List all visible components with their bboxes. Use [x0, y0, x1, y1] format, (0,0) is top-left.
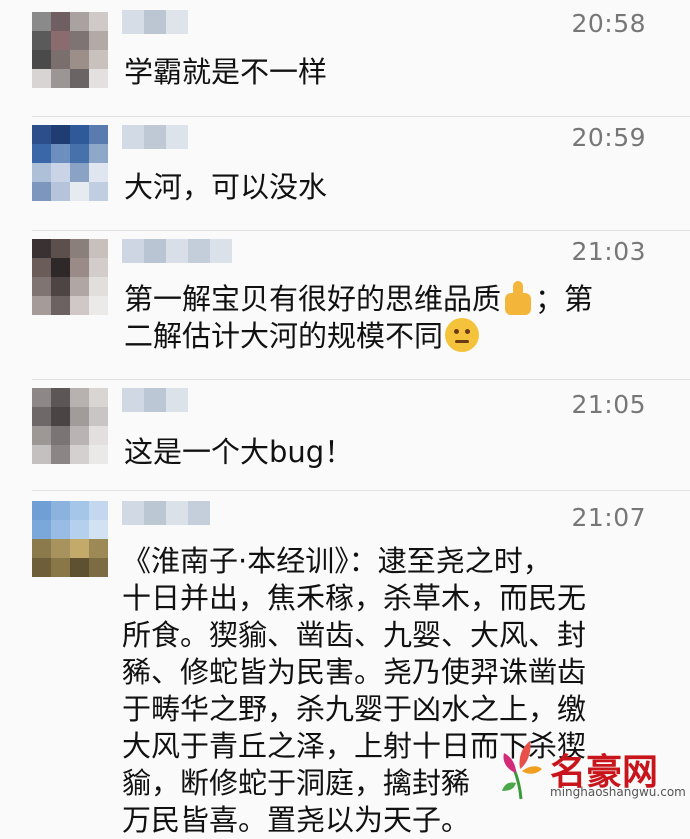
message-text: 学霸就是不一样 [124, 55, 328, 89]
message-time: 20:59 [571, 123, 646, 152]
chat-message: 20:59 大河，可以没水 [0, 117, 690, 230]
message-time: 21:07 [571, 503, 646, 532]
message-text: 这是一个大bug！ [124, 435, 354, 469]
message-text-part: 第一解宝贝有很好的思维品质 [124, 282, 502, 316]
sender-name-blurred [122, 125, 188, 149]
message-line: 豨、修蛇皆为民害。尧乃使羿诛凿齿 [122, 655, 587, 689]
chat-message: 21:03 第一解宝贝有很好的思维品质 ；第 二解估计大河的规模不同 [0, 231, 690, 379]
message-text: 大河，可以没水 [124, 170, 328, 204]
avatar[interactable] [32, 501, 108, 577]
message-text: 第一解宝贝有很好的思维品质 ；第 二解估计大河的规模不同 [124, 281, 650, 355]
message-line: 所食。猰貐、凿齿、九婴、大风、封 [122, 618, 587, 652]
message-time: 21:03 [571, 237, 646, 266]
watermark-url: minghaoshangwu.com [550, 785, 686, 799]
sender-name-blurred [122, 388, 188, 412]
message-line: 《淮南子·本经训》：逮至尧之时， [122, 544, 552, 578]
message-line: 万民皆喜。置尧以为天子。 [122, 803, 471, 837]
chat-message: 21:05 这是一个大bug！ [0, 380, 690, 490]
message-text-part: ；第 [535, 282, 594, 316]
site-watermark: 名豪网 minghaoshangwu.com [492, 737, 686, 807]
flower-logo-icon [502, 741, 542, 800]
message-line: 于畴华之野，杀九婴于凶水之上，缴 [122, 692, 587, 726]
message-line: 十日并出，焦禾稼，杀草木，而民无 [122, 581, 587, 615]
sender-name-blurred [122, 501, 210, 525]
thumbs-up-icon [503, 281, 533, 315]
sender-name-blurred [122, 10, 188, 34]
avatar[interactable] [32, 125, 108, 201]
message-time: 20:58 [571, 9, 646, 38]
sender-name-blurred [122, 239, 232, 263]
message-text-part: 二解估计大河的规模不同 [124, 319, 444, 353]
message-time: 21:05 [571, 390, 646, 419]
avatar[interactable] [32, 388, 108, 464]
thinking-face-icon [445, 318, 480, 352]
chat-message: 20:58 学霸就是不一样 [0, 0, 690, 116]
avatar[interactable] [32, 12, 108, 88]
avatar[interactable] [32, 239, 108, 315]
